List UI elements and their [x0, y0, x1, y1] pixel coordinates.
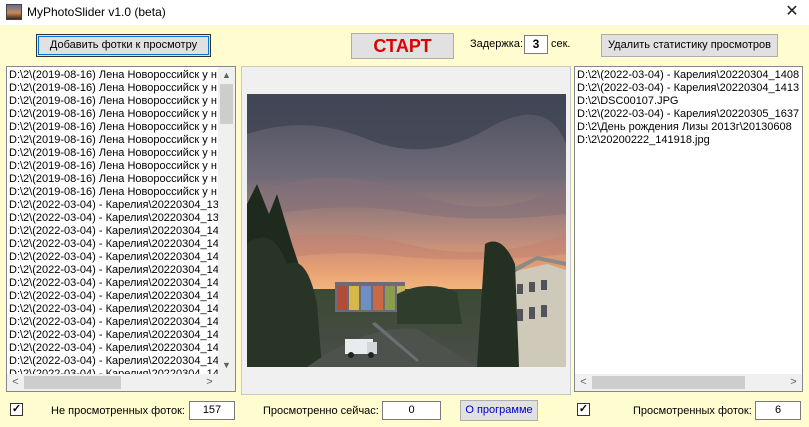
unviewed-count-field: 157	[189, 401, 235, 420]
list-item[interactable]: D:\2\(2019-08-16) Лена Новороссийск у н	[9, 108, 219, 121]
photo-preview	[247, 94, 566, 367]
close-icon[interactable]: ✕	[781, 2, 803, 22]
list-item[interactable]: D:\2\(2022-03-04) - Карелия\20220304_14	[9, 225, 219, 238]
scroll-left-icon[interactable]: <	[7, 374, 24, 391]
list-item[interactable]: D:\2\(2019-08-16) Лена Новороссийск у н	[9, 173, 219, 186]
list-item[interactable]: D:\2\(2022-03-04) - Карелия\20220304_14	[9, 277, 219, 290]
viewed-count-field: 6	[755, 401, 801, 420]
list-item[interactable]: D:\2\DSC00107.JPG	[577, 95, 799, 108]
list-item[interactable]: D:\2\(2022-03-04) - Карелия\20220304_14	[9, 238, 219, 251]
list-item[interactable]: D:\2\20200222_141918.jpg	[577, 134, 799, 147]
horizontal-scroll-thumb[interactable]	[592, 376, 745, 389]
delay-label: Задержка:	[470, 38, 524, 50]
list-item[interactable]: D:\2\(2022-03-04) - Карелия\20220304_14	[9, 329, 219, 342]
scrollbar-corner	[218, 374, 235, 391]
main-client-area: Добавить фотки к просмотру СТАРТ Задержк…	[0, 25, 809, 427]
list-item[interactable]: D:\2\День рождения Лизы 2013г\20130608	[577, 121, 799, 134]
photo-preview-frame	[241, 66, 571, 395]
list-item[interactable]: D:\2\(2022-03-04) - Карелия\20220304_14	[9, 316, 219, 329]
list-item[interactable]: D:\2\(2019-08-16) Лена Новороссийск у н	[9, 147, 219, 160]
scroll-right-icon[interactable]: >	[785, 374, 802, 391]
viewed-now-field: 0	[382, 401, 441, 420]
list-item[interactable]: D:\2\(2022-03-04) - Карелия\20220304_141…	[577, 82, 799, 95]
list-item[interactable]: D:\2\(2022-03-04) - Карелия\20220304_140…	[577, 69, 799, 82]
list-item[interactable]: D:\2\(2019-08-16) Лена Новороссийск у н	[9, 69, 219, 82]
horizontal-scrollbar[interactable]: < >	[575, 374, 802, 391]
app-icon	[6, 4, 22, 20]
pending-photos-list[interactable]: D:\2\(2019-08-16) Лена Новороссийск у нD…	[6, 66, 236, 392]
delay-input[interactable]: 3	[524, 35, 548, 54]
list-item[interactable]: D:\2\(2019-08-16) Лена Новороссийск у н	[9, 121, 219, 134]
scroll-down-icon[interactable]: ▼	[218, 357, 235, 374]
list-item[interactable]: D:\2\(2019-08-16) Лена Новороссийск у н	[9, 95, 219, 108]
viewed-now-label: Просмотренно сейчас:	[263, 405, 379, 417]
list-item[interactable]: D:\2\(2019-08-16) Лена Новороссийск у н	[9, 186, 219, 199]
pending-photos-items: D:\2\(2019-08-16) Лена Новороссийск у нD…	[9, 69, 219, 391]
list-item[interactable]: D:\2\(2019-08-16) Лена Новороссийск у н	[9, 160, 219, 173]
list-item[interactable]: D:\2\(2019-08-16) Лена Новороссийск у н	[9, 82, 219, 95]
list-item[interactable]: D:\2\(2019-08-16) Лена Новороссийск у н	[9, 134, 219, 147]
horizontal-scroll-thumb[interactable]	[24, 376, 121, 389]
list-item[interactable]: D:\2\(2022-03-04) - Карелия\20220304_13	[9, 199, 219, 212]
list-item[interactable]: D:\2\(2022-03-04) - Карелия\20220304_13	[9, 212, 219, 225]
list-item[interactable]: D:\2\(2022-03-04) - Карелия\20220304_14	[9, 342, 219, 355]
viewed-photos-items: D:\2\(2022-03-04) - Карелия\20220304_140…	[577, 69, 799, 147]
scroll-up-icon[interactable]: ▲	[218, 67, 235, 84]
unviewed-count-label: Не просмотренных фоток:	[51, 405, 185, 417]
scroll-right-icon[interactable]: >	[201, 374, 218, 391]
title-bar: MyPhotoSlider v1.0 (beta) ✕	[0, 0, 809, 25]
list-item[interactable]: D:\2\(2022-03-04) - Карелия\20220305_163…	[577, 108, 799, 121]
about-button[interactable]: О программе	[460, 400, 538, 421]
list-item[interactable]: D:\2\(2022-03-04) - Карелия\20220304_14	[9, 290, 219, 303]
vertical-scrollbar[interactable]: ▲ ▼	[218, 67, 235, 374]
right-checkbox[interactable]: ✓	[577, 403, 590, 416]
vertical-scroll-thumb[interactable]	[220, 84, 233, 124]
viewed-count-label: Просмотренных фоток:	[633, 405, 752, 417]
start-button[interactable]: СТАРТ	[351, 33, 454, 59]
delay-unit-label: сек.	[551, 38, 571, 50]
list-item[interactable]: D:\2\(2022-03-04) - Карелия\20220304_14	[9, 303, 219, 316]
list-item[interactable]: D:\2\(2022-03-04) - Карелия\20220304_14	[9, 355, 219, 368]
scroll-left-icon[interactable]: <	[575, 374, 592, 391]
clear-stats-button[interactable]: Удалить статистику просмотров	[601, 34, 778, 57]
left-checkbox[interactable]: ✓	[10, 403, 23, 416]
window-title: MyPhotoSlider v1.0 (beta)	[27, 5, 166, 19]
list-item[interactable]: D:\2\(2022-03-04) - Карелия\20220304_14	[9, 251, 219, 264]
horizontal-scrollbar[interactable]: < >	[7, 374, 218, 391]
add-photos-button[interactable]: Добавить фотки к просмотру	[36, 34, 211, 57]
list-item[interactable]: D:\2\(2022-03-04) - Карелия\20220304_14	[9, 264, 219, 277]
viewed-photos-list[interactable]: D:\2\(2022-03-04) - Карелия\20220304_140…	[574, 66, 803, 392]
